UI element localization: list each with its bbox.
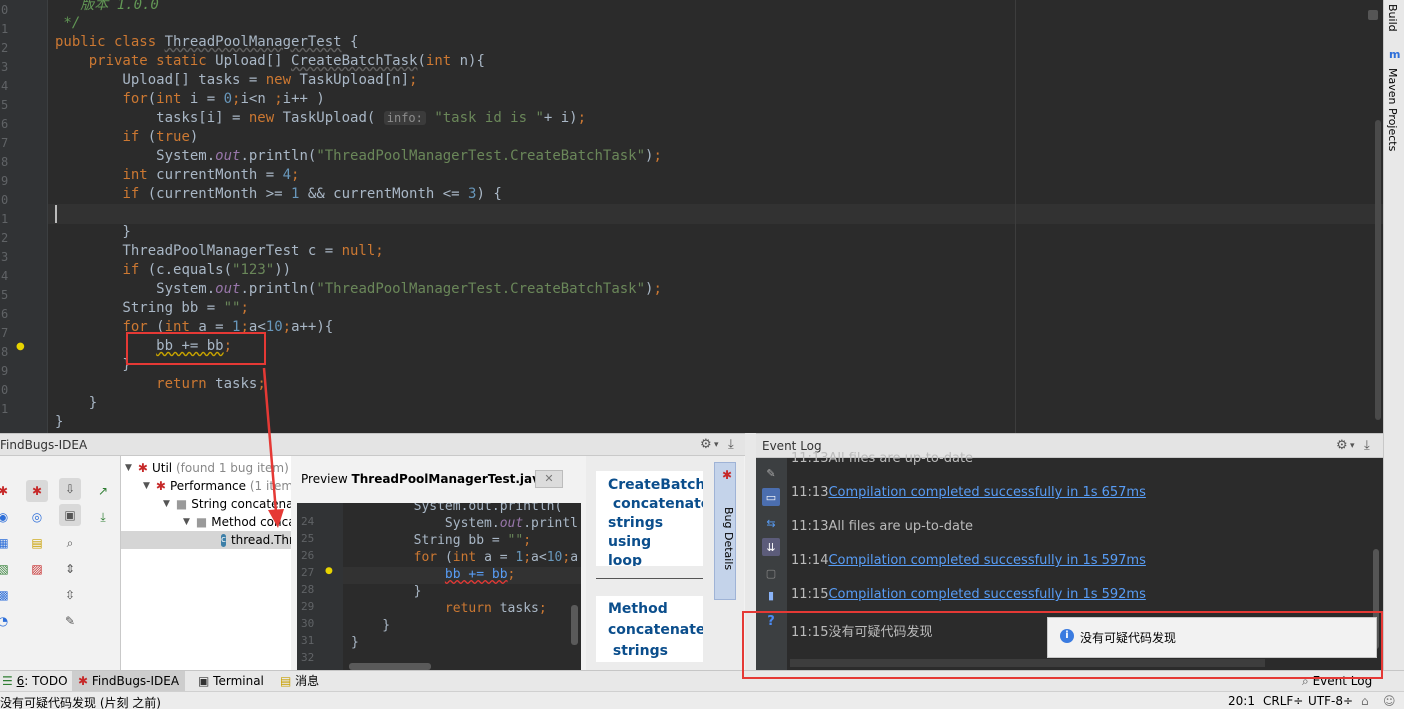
annotation-arrow: [262, 367, 284, 528]
